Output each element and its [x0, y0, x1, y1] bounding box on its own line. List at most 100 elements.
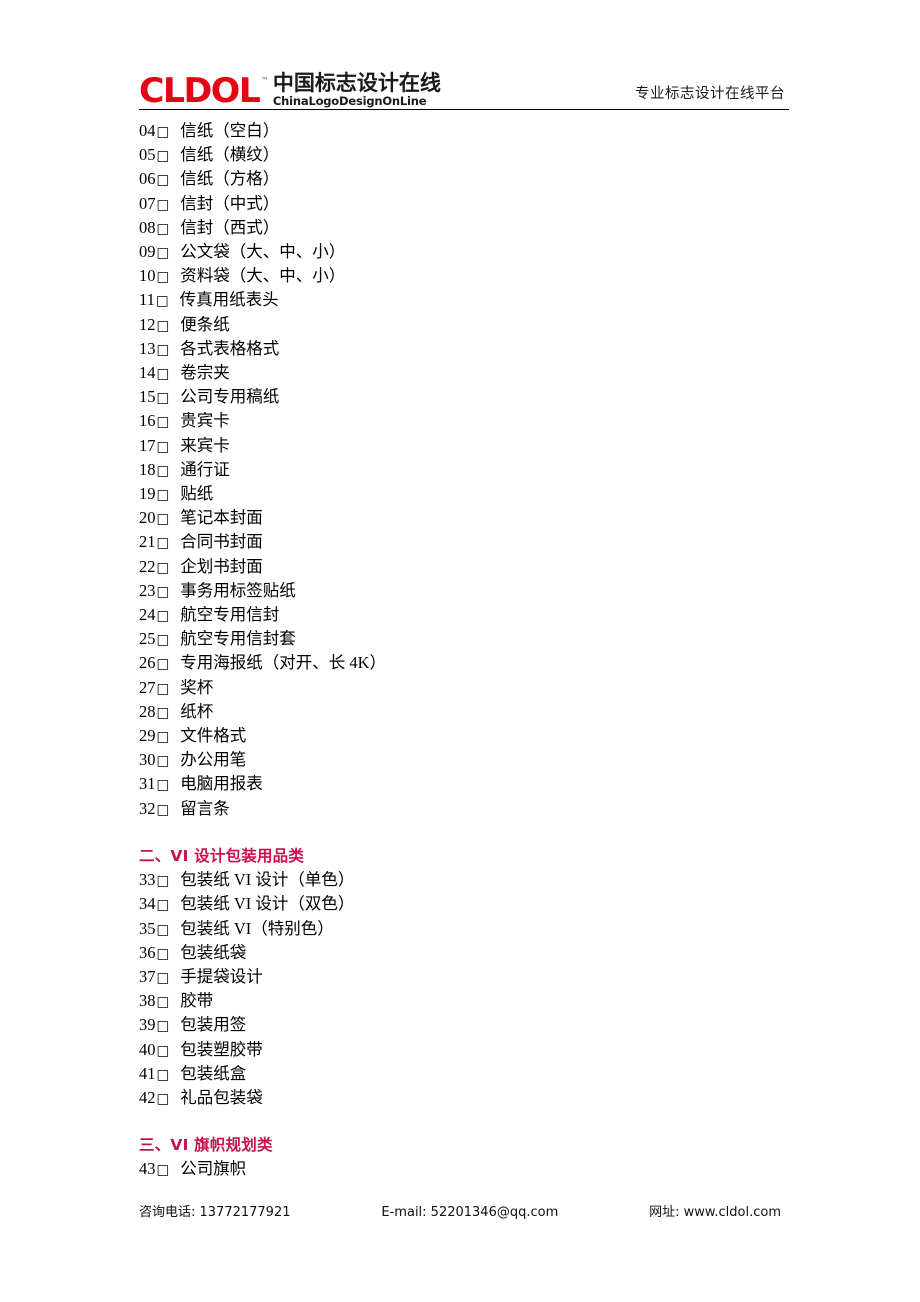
checkbox-icon[interactable]: □ [157, 803, 170, 818]
checkbox-icon[interactable]: □ [157, 343, 170, 358]
checkbox-icon[interactable]: □ [157, 971, 170, 986]
list-item[interactable]: 21 □ 合同书封面 [139, 530, 789, 554]
list-item[interactable]: 13 □ 各式表格格式 [139, 337, 789, 361]
item-number: 40 [139, 1039, 156, 1059]
item-label: 包装纸袋 [180, 942, 247, 962]
list-item[interactable]: 24 □ 航空专用信封 [139, 603, 789, 627]
checkbox-icon[interactable]: □ [157, 731, 170, 745]
item-label: 文件格式 [180, 726, 247, 746]
list-item[interactable]: 27 □ 奖杯 [139, 676, 789, 700]
footer-email: E-mail: 52201346@qq.com [381, 1205, 559, 1220]
list-item[interactable]: 40 □ 包装塑胶带 [139, 1038, 789, 1062]
checkbox-icon[interactable]: □ [157, 682, 170, 697]
list-item[interactable]: 07 □ 信封（中式） [139, 192, 789, 216]
list-item[interactable]: 33 □ 包装纸 VI 设计（单色） [139, 868, 789, 892]
item-label: 礼品包装袋 [180, 1087, 263, 1107]
checkbox-icon[interactable]: □ [157, 610, 170, 624]
list-item[interactable]: 35 □ 包装纸 VI（特别色） [139, 917, 789, 941]
item-label: 胶带 [180, 991, 214, 1011]
list-item[interactable]: 05 □ 信纸（横纹） [139, 143, 789, 167]
list-item[interactable]: 19 □ 贴纸 [139, 482, 789, 506]
checkbox-icon[interactable]: □ [157, 561, 170, 576]
checkbox-icon[interactable]: □ [157, 634, 170, 648]
item-label: 通行证 [180, 459, 230, 479]
checkbox-icon[interactable]: □ [157, 416, 170, 430]
list-item[interactable]: 04 □ 信纸（空白） [139, 119, 789, 143]
checkbox-icon[interactable]: □ [157, 125, 170, 140]
trademark-icon: ™ [260, 76, 269, 85]
list-item[interactable]: 41 □ 包装纸盒 [139, 1062, 789, 1086]
list-item[interactable]: 36 □ 包装纸袋 [139, 941, 789, 965]
checkbox-icon[interactable]: □ [157, 1068, 170, 1083]
checkbox-icon[interactable]: □ [157, 996, 170, 1010]
checkbox-icon[interactable]: □ [157, 464, 170, 479]
list-item[interactable]: 14 □ 卷宗夹 [139, 361, 789, 385]
list-item[interactable]: 17 □ 来宾卡 [139, 434, 789, 458]
checkbox-icon[interactable]: □ [157, 755, 170, 769]
checkbox-icon[interactable]: □ [157, 222, 170, 237]
checkbox-icon[interactable]: □ [157, 1044, 170, 1059]
section-heading-three: 三、VI 旗帜规划类 [139, 1136, 273, 1155]
list-item[interactable]: 16 □ 贵宾卡 [139, 409, 789, 433]
item-number: 19 [139, 484, 156, 504]
checkbox-icon[interactable]: □ [157, 174, 170, 188]
list-item[interactable]: 15 □ 公司专用稿纸 [139, 385, 789, 409]
list-item[interactable]: 11 □ 传真用纸表头 [139, 288, 789, 312]
list-item[interactable]: 20 □ 笔记本封面 [139, 506, 789, 530]
item-number: 14 [139, 363, 156, 383]
checkbox-icon[interactable]: □ [157, 392, 170, 406]
checkbox-icon[interactable]: □ [157, 440, 170, 455]
item-label: 信纸（横纹） [180, 145, 280, 165]
list-item[interactable]: 38 □ 胶带 [139, 989, 789, 1013]
checkbox-icon[interactable]: □ [157, 585, 170, 600]
list-item[interactable]: 32 □ 留言条 [139, 797, 789, 821]
list-item[interactable]: 31 □ 电脑用报表 [139, 772, 789, 796]
checkbox-icon[interactable]: □ [157, 368, 170, 382]
list-item[interactable]: 34 □ 包装纸 VI 设计（双色） [139, 892, 789, 916]
item-number: 26 [139, 653, 156, 673]
checkbox-icon[interactable]: □ [157, 319, 170, 334]
item-label: 包装纸盒 [180, 1063, 247, 1083]
checkbox-icon[interactable]: □ [157, 706, 170, 721]
checkbox-icon[interactable]: □ [157, 247, 170, 261]
checkbox-icon[interactable]: □ [157, 489, 170, 503]
item-label: 贴纸 [180, 484, 214, 504]
list-item[interactable]: 22 □ 企划书封面 [139, 555, 789, 579]
checkbox-icon[interactable]: □ [157, 537, 170, 551]
checkbox-icon[interactable]: □ [157, 947, 170, 962]
checkbox-icon[interactable]: □ [157, 198, 170, 213]
checkbox-icon[interactable]: □ [157, 1092, 170, 1107]
checkbox-icon[interactable]: □ [157, 150, 170, 164]
checkbox-icon[interactable]: □ [157, 875, 170, 889]
list-item[interactable]: 08 □ 信封（西式） [139, 216, 789, 240]
item-label: 留言条 [180, 798, 230, 818]
list-item[interactable]: 39 □ 包装用签 [139, 1013, 789, 1037]
list-item[interactable]: 28 □ 纸杯 [139, 700, 789, 724]
list-item[interactable]: 09 □ 公文袋（大、中、小） [139, 240, 789, 264]
list-item[interactable]: 10 □ 资料袋（大、中、小） [139, 264, 789, 288]
checkbox-icon[interactable]: □ [157, 513, 170, 527]
checkbox-icon[interactable]: □ [157, 271, 170, 285]
list-item[interactable]: 29 □ 文件格式 [139, 724, 789, 748]
checkbox-icon[interactable]: □ [157, 899, 170, 913]
list-item[interactable]: 23 □ 事务用标签贴纸 [139, 579, 789, 603]
checkbox-icon[interactable]: □ [156, 295, 169, 309]
list-item[interactable]: 18 □ 通行证 [139, 458, 789, 482]
item-label: 合同书封面 [180, 532, 263, 552]
item-label: 贵宾卡 [180, 411, 230, 431]
list-item[interactable]: 37 □ 手提袋设计 [139, 965, 789, 989]
list-item[interactable]: 30 □ 办公用笔 [139, 748, 789, 772]
list-item[interactable]: 43 □ 公司旗帜 [139, 1157, 789, 1181]
checkbox-icon[interactable]: □ [157, 658, 170, 672]
item-label: 卷宗夹 [180, 363, 230, 383]
item-number: 34 [139, 894, 156, 914]
list-item[interactable]: 12 □ 便条纸 [139, 313, 789, 337]
checkbox-icon[interactable]: □ [157, 1164, 170, 1178]
checkbox-icon[interactable]: □ [157, 923, 170, 938]
list-item[interactable]: 26 □ 专用海报纸（对开、长 4K） [139, 651, 789, 675]
list-item[interactable]: 06 □ 信纸（方格） [139, 167, 789, 191]
list-item[interactable]: 25 □ 航空专用信封套 [139, 627, 789, 651]
checkbox-icon[interactable]: □ [157, 1020, 170, 1034]
checkbox-icon[interactable]: □ [157, 779, 170, 793]
list-item[interactable]: 42 □ 礼品包装袋 [139, 1086, 789, 1110]
